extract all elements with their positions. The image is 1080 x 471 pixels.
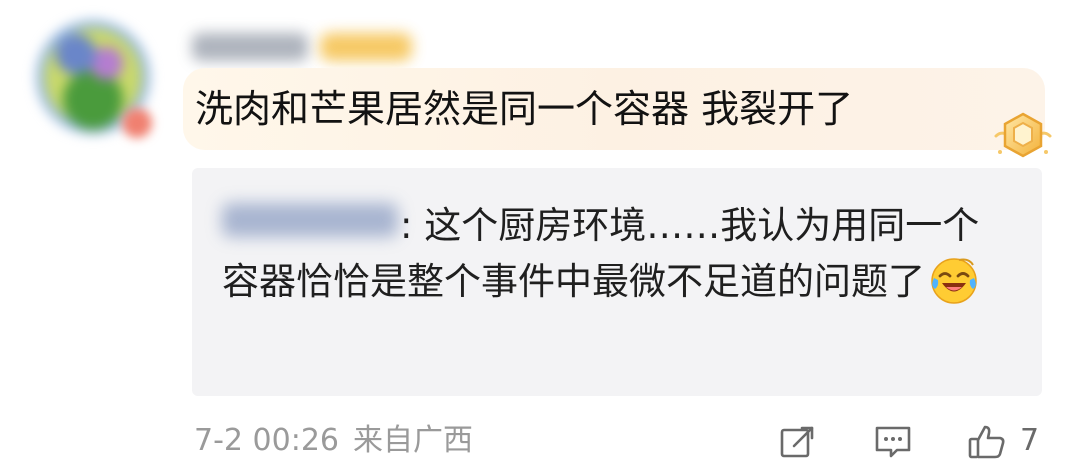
share-icon[interactable] xyxy=(778,422,818,462)
reply-text: : 这个厨房环境……我认为用同一个容器恰恰是整个事件中最微不足道的问题了 xyxy=(222,198,1012,310)
reply-content: 这个厨房环境……我认为用同一个容器恰恰是整个事件中最微不足道的问题了 xyxy=(222,204,980,303)
comment-location: 来自广西 xyxy=(353,423,473,458)
comment-text: 洗肉和芒果居然是同一个容器 我裂开了 xyxy=(195,87,854,131)
username-blurred[interactable] xyxy=(192,33,308,61)
thumbs-up-icon[interactable] xyxy=(967,422,1007,462)
comment-icon[interactable] xyxy=(873,422,913,462)
comment-meta: 7-2 00:26 来自广西 xyxy=(194,421,473,461)
comment-date: 7-2 00:26 xyxy=(194,423,339,458)
user-level-badge-blurred xyxy=(320,33,412,61)
medal-icon xyxy=(994,112,1052,158)
like-count: 7 xyxy=(1020,423,1040,458)
laughing-crying-emoji-icon xyxy=(931,258,977,304)
reply-separator: : xyxy=(400,204,413,247)
avatar-badge xyxy=(122,108,152,138)
